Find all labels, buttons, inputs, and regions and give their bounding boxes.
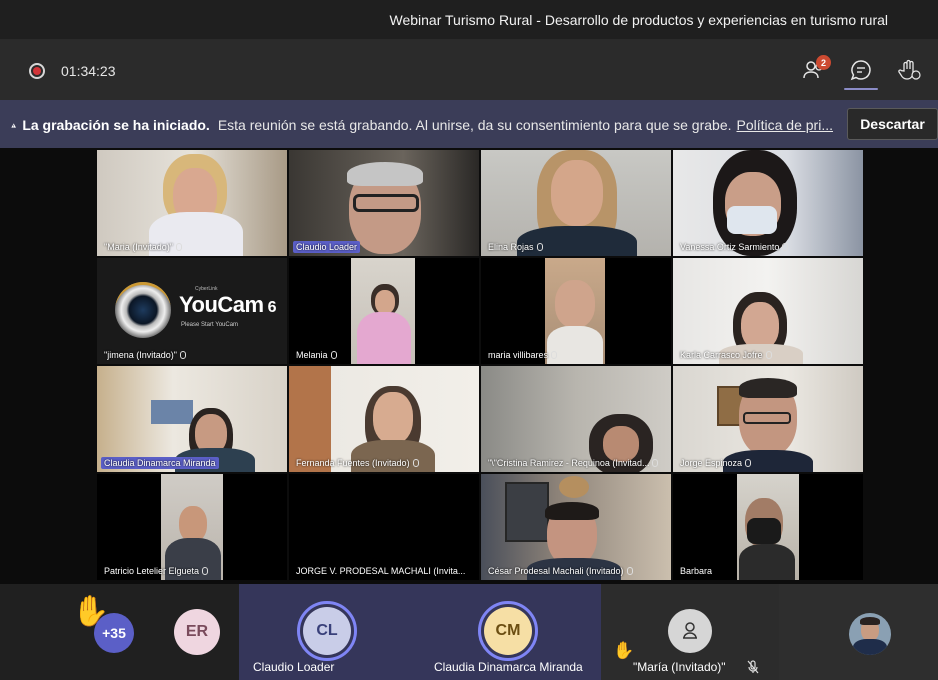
participant-name: Fernanda Fuentes (Invitado) <box>293 457 422 469</box>
chat-active-indicator <box>844 88 878 90</box>
video-tile[interactable]: Melania <box>289 258 479 364</box>
mic-icon <box>745 459 752 467</box>
participant-panel-claudia[interactable]: CM Claudia Dinamarca Miranda <box>420 584 601 680</box>
self-video-avatar[interactable] <box>849 613 891 655</box>
mic-icon <box>765 351 772 359</box>
participant-name: Patricio Letelier Elgueta <box>101 565 211 577</box>
raised-hand-icon: ✋ <box>613 641 635 660</box>
participant-name: "jimena (Invitado)" <box>101 349 189 361</box>
chat-button[interactable] <box>844 56 878 90</box>
participant-strip: ✋ +35 ER CL Claudio Loader CM Claudia Di… <box>0 584 938 680</box>
participant-name: JORGE V. PRODESAL MACHALI (Invita... <box>296 566 466 576</box>
video-tile[interactable]: Barbara <box>673 474 863 580</box>
video-tile[interactable]: Jorge Espinoza <box>673 366 863 472</box>
recording-banner: La grabación se ha iniciado. Esta reunió… <box>0 100 938 148</box>
recording-indicator-icon <box>29 63 45 79</box>
participant-name: Melania <box>293 349 340 361</box>
privacy-policy-link[interactable]: Política de pri... <box>737 117 834 133</box>
video-tile[interactable]: "Maria (Invitado)" <box>97 150 287 256</box>
video-tile[interactable]: Karla Carrasco Jofre <box>673 258 863 364</box>
dismiss-button[interactable]: Descartar <box>847 108 938 140</box>
avatar: CM <box>484 607 532 655</box>
mic-icon <box>551 351 558 359</box>
warning-icon <box>11 122 16 128</box>
avatar: CL <box>303 607 351 655</box>
meeting-timer: 01:34:23 <box>61 63 116 79</box>
mic-icon <box>412 459 419 467</box>
participant-panel-claudio[interactable]: CL Claudio Loader <box>239 584 420 680</box>
participant-name: Barbara <box>680 566 713 576</box>
speaking-ring: CM <box>478 601 538 661</box>
mic-icon <box>202 567 209 575</box>
avatar[interactable]: ER <box>174 609 220 655</box>
mic-icon <box>652 459 659 467</box>
participant-name: Vanessa Ortiz Sarmiento <box>677 241 791 253</box>
participant-name: Claudio Loader <box>293 241 361 253</box>
participant-panel-maria[interactable]: ✋ "María (Invitado)" <box>601 584 779 680</box>
recording-title: La grabación se ha iniciado. <box>22 117 210 133</box>
youcam-hint: Please Start YouCam <box>181 322 239 328</box>
mic-icon <box>330 351 337 359</box>
person-icon <box>683 622 697 639</box>
youcam-logo: YouCam 6 <box>179 292 277 317</box>
mic-icon <box>782 243 789 251</box>
participants-count-badge: 2 <box>816 55 831 70</box>
speaking-ring: CL <box>297 601 357 661</box>
participant-name: Elina Rojas <box>485 241 546 253</box>
video-tile[interactable]: JORGE V. PRODESAL MACHALI (Invita... <box>289 474 479 580</box>
video-tile[interactable]: Fernanda Fuentes (Invitado) <box>289 366 479 472</box>
guest-avatar <box>668 609 712 653</box>
participants-button[interactable]: 2 <box>800 55 831 84</box>
webcam-lens-icon <box>115 282 171 338</box>
chat-icon <box>850 60 871 81</box>
participant-name: "María (Invitado)" <box>633 660 726 674</box>
video-tile[interactable]: Vanessa Ortiz Sarmiento <box>673 150 863 256</box>
mic-icon <box>175 243 182 251</box>
participant-name: Claudia Dinamarca Miranda <box>101 457 219 469</box>
video-tile[interactable]: Patricio Letelier Elgueta <box>97 474 287 580</box>
meeting-title: Webinar Turismo Rural - Desarrollo de pr… <box>389 12 889 28</box>
video-tile[interactable]: maria villibares <box>481 258 671 364</box>
video-tile[interactable]: Claudio Loader <box>289 150 479 256</box>
reactions-button[interactable] <box>895 56 923 84</box>
participant-name: César Prodesal Machali (Invitado) <box>485 565 636 577</box>
video-tile[interactable]: Elina Rojas <box>481 150 671 256</box>
participant-name: maria villibares <box>485 349 560 361</box>
mic-icon <box>179 351 186 359</box>
recording-text: Esta reunión se está grabando. Al unirse… <box>217 117 732 133</box>
video-grid: "Maria (Invitado)" Claudio Loader Elina … <box>97 150 864 582</box>
video-tile[interactable]: CyberLink YouCam 6 Please Start YouCam "j… <box>97 258 287 364</box>
video-tile[interactable]: Claudia Dinamarca Miranda <box>97 366 287 472</box>
video-tile[interactable]: César Prodesal Machali (Invitado) <box>481 474 671 580</box>
participant-name: Karla Carrasco Jofre <box>677 349 775 361</box>
participant-name: Jorge Espinoza <box>677 457 754 469</box>
meeting-toolbar: 01:34:23 2 <box>0 40 938 100</box>
recording-message: La grabación se ha iniciado. Esta reunió… <box>11 117 833 133</box>
participant-name: "\"Cristina Ramirez - Requinoa (Invitad.… <box>485 457 661 469</box>
mic-off-icon <box>747 660 759 674</box>
overflow-participants-button[interactable]: +35 <box>94 613 134 653</box>
title-bar: Webinar Turismo Rural - Desarrollo de pr… <box>0 0 938 40</box>
participant-name: "Maria (Invitado)" <box>101 241 185 253</box>
participant-name: Claudia Dinamarca Miranda <box>434 660 583 674</box>
mic-icon <box>626 567 633 575</box>
mic-icon <box>536 243 543 251</box>
raise-hand-icon <box>898 59 921 80</box>
participant-name: Claudio Loader <box>253 660 335 674</box>
video-stage: "Maria (Invitado)" Claudio Loader Elina … <box>0 148 938 584</box>
video-tile[interactable]: "\"Cristina Ramirez - Requinoa (Invitad.… <box>481 366 671 472</box>
